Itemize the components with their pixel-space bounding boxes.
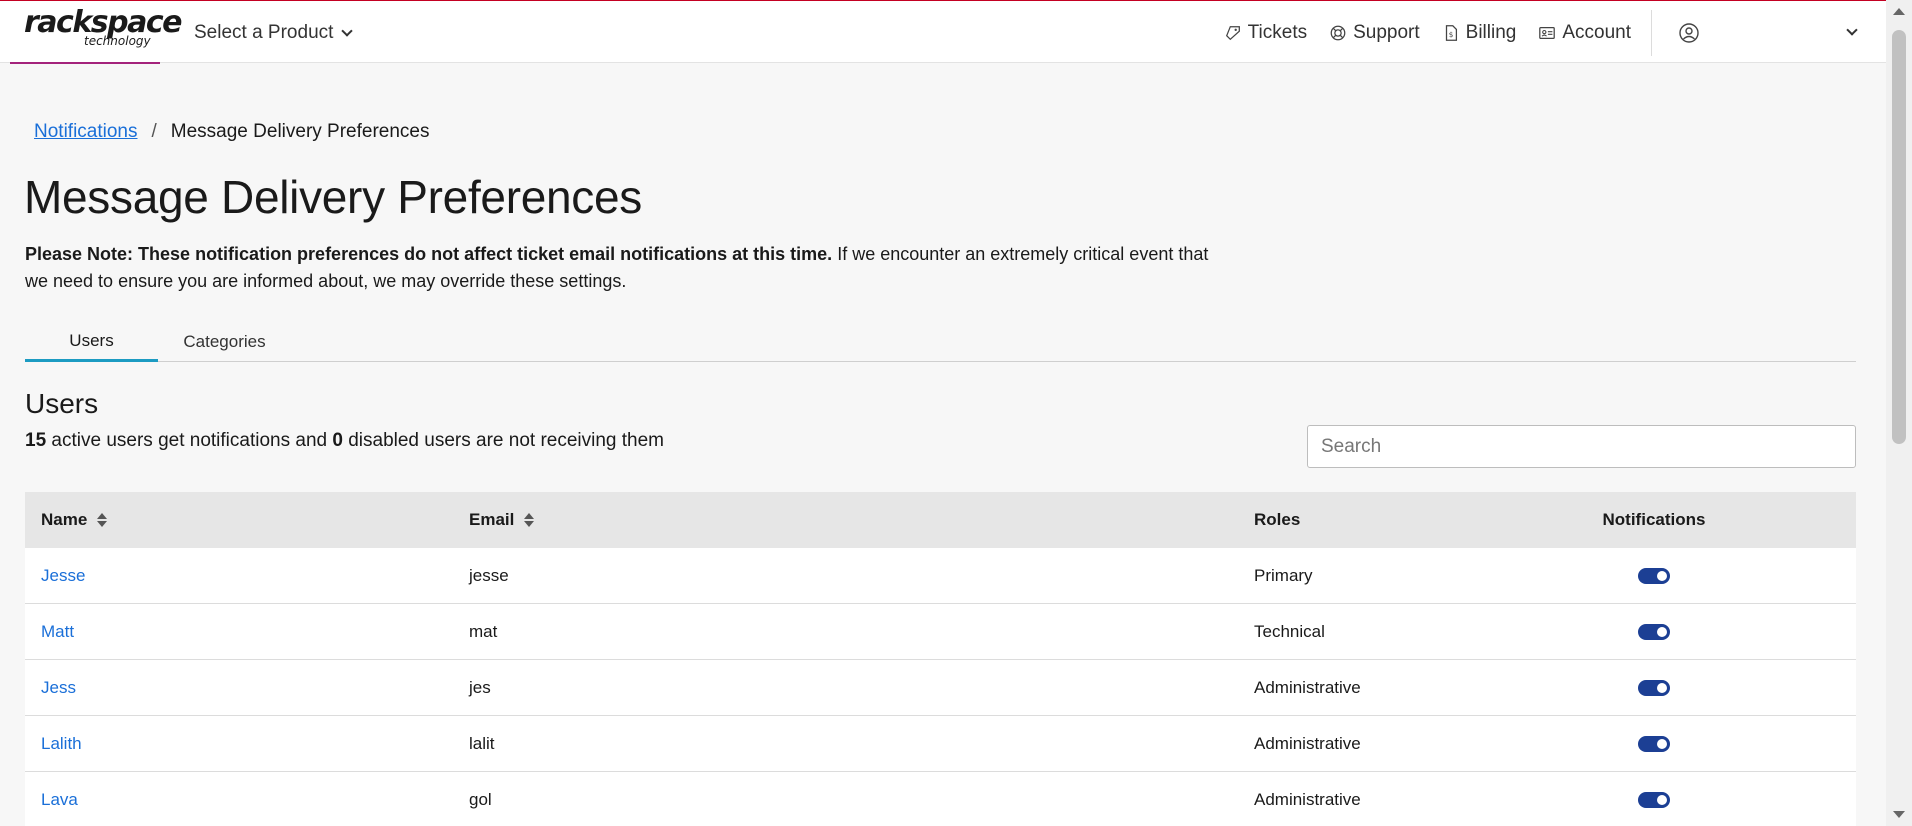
table-header: Name Email Roles Notifications [25, 492, 1856, 548]
notifications-toggle[interactable] [1638, 567, 1670, 584]
svg-text:$: $ [1448, 30, 1453, 39]
column-header-notifications: Notifications [1602, 510, 1706, 529]
user-role: Administrative [1254, 677, 1361, 697]
search-input[interactable] [1307, 425, 1856, 468]
users-table: Name Email Roles Notifications Jesse jes… [25, 492, 1856, 826]
user-menu-chevron-icon[interactable] [1846, 24, 1858, 36]
header-nav: Tickets Support $ Billing Account [1202, 1, 1886, 64]
user-email: jes [469, 677, 491, 697]
breadcrumb-current: Message Delivery Preferences [170, 121, 430, 142]
preferences-note: Please Note: These notification preferen… [25, 241, 1225, 295]
chevron-down-icon [341, 24, 354, 37]
scrollbar-thumb[interactable] [1892, 30, 1906, 444]
disabled-count: 0 [332, 430, 343, 451]
user-role: Administrative [1254, 733, 1361, 753]
column-email-label: Email [469, 510, 515, 529]
nav-tickets[interactable]: Tickets [1224, 22, 1307, 44]
select-product-label: Select a Product [194, 22, 334, 43]
nav-support-label: Support [1353, 21, 1420, 43]
scroll-down-arrow-icon[interactable] [1893, 811, 1905, 818]
notifications-toggle[interactable] [1638, 791, 1670, 808]
logo-subtext: technology [84, 34, 151, 48]
table-row: Lava gol Administrative [25, 772, 1856, 826]
nav-tickets-label: Tickets [1247, 21, 1308, 43]
sort-icon[interactable] [524, 513, 535, 527]
notifications-toggle[interactable] [1638, 679, 1670, 696]
breadcrumb: Notifications / Message Delivery Prefere… [34, 121, 430, 143]
nav-account[interactable]: Account [1538, 22, 1631, 44]
note-bold-text: Please Note: These notification preferen… [25, 244, 833, 264]
user-role: Administrative [1254, 789, 1361, 809]
nav-billing[interactable]: $ Billing [1442, 21, 1517, 44]
ticket-icon [1225, 25, 1240, 40]
user-name-link[interactable]: Jess [41, 678, 76, 698]
table-row: Matt mat Technical [25, 604, 1856, 660]
summary-text-1: active users get notifications and [46, 430, 333, 451]
user-name-link[interactable]: Lalith [41, 734, 82, 754]
users-summary: 15 active users get notifications and 0 … [25, 430, 664, 452]
user-avatar-icon[interactable] [1678, 22, 1700, 44]
notifications-toggle[interactable] [1638, 735, 1670, 752]
column-name-label: Name [41, 510, 88, 529]
table-row: Jesse jesse Primary [25, 548, 1856, 604]
tab-bar: Users Categories [25, 322, 1856, 362]
tab-categories[interactable]: Categories [158, 322, 291, 362]
scroll-up-arrow-icon[interactable] [1893, 8, 1905, 15]
users-section-title: Users [25, 388, 99, 419]
column-header-roles: Roles [1254, 510, 1301, 529]
page-scrollbar[interactable] [1886, 0, 1912, 826]
top-navbar: rackspace technology Select a Product Ti… [0, 0, 1886, 64]
nav-support[interactable]: Support [1329, 22, 1420, 44]
user-role: Primary [1254, 565, 1313, 585]
column-header-email[interactable]: Email [469, 510, 1254, 530]
active-count: 15 [25, 430, 47, 451]
billing-icon: $ [1445, 24, 1457, 41]
select-product-dropdown[interactable]: Select a Product [194, 21, 354, 45]
user-email: jesse [469, 565, 509, 585]
user-name-link[interactable]: Lava [41, 790, 78, 810]
breadcrumb-notifications-link[interactable]: Notifications [34, 121, 138, 143]
user-email: lalit [469, 733, 495, 753]
sort-icon[interactable] [97, 513, 108, 527]
support-icon [1330, 25, 1346, 40]
table-row: Jess jes Administrative [25, 660, 1856, 716]
page-title: Message Delivery Preferences [24, 171, 642, 223]
account-icon [1539, 26, 1556, 39]
breadcrumb-separator: / [151, 121, 157, 142]
user-name-link[interactable]: Matt [41, 622, 74, 642]
column-header-name[interactable]: Name [25, 510, 469, 530]
user-role: Technical [1254, 621, 1325, 641]
user-email: gol [469, 789, 492, 809]
notifications-toggle[interactable] [1638, 623, 1670, 640]
table-row: Lalith lalit Administrative [25, 716, 1856, 772]
rackspace-logo[interactable]: rackspace technology [10, 1, 182, 64]
user-email: mat [469, 621, 498, 641]
nav-billing-label: Billing [1465, 21, 1517, 43]
summary-text-2: disabled users are not receiving them [342, 430, 664, 451]
user-name-link[interactable]: Jesse [41, 566, 85, 586]
tab-users[interactable]: Users [25, 322, 158, 362]
nav-account-label: Account [1562, 21, 1631, 43]
nav-divider [1651, 9, 1652, 56]
